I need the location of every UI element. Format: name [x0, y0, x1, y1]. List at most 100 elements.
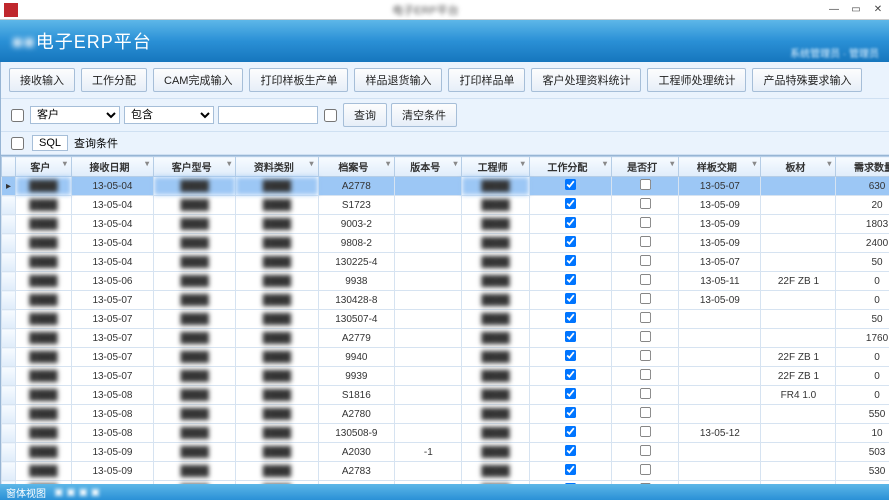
row-handle[interactable]	[2, 462, 16, 481]
cell[interactable]	[761, 310, 836, 329]
cell[interactable]: 2400	[836, 234, 889, 253]
cell[interactable]: 9808-2	[318, 234, 395, 253]
table-row[interactable]: ████13-05-04████████130225-4████13-05-07…	[2, 253, 889, 272]
cell-checkbox[interactable]	[565, 369, 576, 380]
cell[interactable]: ████	[236, 348, 318, 367]
cell[interactable]	[529, 348, 611, 367]
cell[interactable]: 0	[836, 272, 889, 291]
cell[interactable]: ████	[154, 443, 236, 462]
cell[interactable]	[611, 234, 678, 253]
row-handle[interactable]	[2, 253, 16, 272]
cell[interactable]: ████	[462, 177, 529, 196]
cell[interactable]: 9938	[318, 272, 395, 291]
cell[interactable]: ████	[236, 329, 318, 348]
cell[interactable]: ████	[154, 177, 236, 196]
sql-enable-check[interactable]	[11, 137, 24, 150]
cell[interactable]	[529, 310, 611, 329]
cell-checkbox[interactable]	[640, 369, 651, 380]
column-header[interactable]: 版本号▾	[395, 157, 462, 177]
cell[interactable]	[395, 253, 462, 272]
cell[interactable]: ████	[236, 443, 318, 462]
cell[interactable]: 13-05-09	[71, 443, 153, 462]
cell[interactable]	[529, 272, 611, 291]
cell[interactable]: 530	[836, 462, 889, 481]
cell[interactable]: ████	[236, 405, 318, 424]
cell[interactable]: 13-05-04	[71, 253, 153, 272]
cell[interactable]: ████	[236, 310, 318, 329]
cell[interactable]: ████	[462, 272, 529, 291]
cell[interactable]: ████	[462, 424, 529, 443]
table-row[interactable]: ████13-05-09████████A2030-1████503	[2, 443, 889, 462]
cell[interactable]: 0	[836, 348, 889, 367]
cell[interactable]: ████	[462, 367, 529, 386]
cell[interactable]	[761, 329, 836, 348]
toolbar-button[interactable]: 样品退货输入	[354, 68, 442, 92]
cell[interactable]	[761, 443, 836, 462]
cell[interactable]	[611, 405, 678, 424]
cell[interactable]: 503	[836, 443, 889, 462]
cell[interactable]: ████	[462, 253, 529, 272]
cell[interactable]: ████	[236, 177, 318, 196]
cell[interactable]: 13-05-07	[679, 177, 761, 196]
cell[interactable]: 0	[836, 367, 889, 386]
cell[interactable]	[395, 215, 462, 234]
cell[interactable]: 13-05-12	[679, 424, 761, 443]
cell[interactable]: 13-05-08	[71, 386, 153, 405]
cell[interactable]: ████	[462, 234, 529, 253]
row-handle[interactable]	[2, 310, 16, 329]
cell[interactable]: 13-05-09	[71, 462, 153, 481]
table-row[interactable]: ████13-05-09████████A2783████530	[2, 462, 889, 481]
cell[interactable]: 1803	[836, 215, 889, 234]
cell[interactable]: ████	[462, 386, 529, 405]
toolbar-button[interactable]: 接收输入	[9, 68, 75, 92]
cell[interactable]: ████	[16, 291, 72, 310]
cell-checkbox[interactable]	[640, 483, 651, 484]
row-handle[interactable]	[2, 215, 16, 234]
cell-checkbox[interactable]	[565, 198, 576, 209]
cell[interactable]: ████	[16, 405, 72, 424]
cell[interactable]: ████	[462, 462, 529, 481]
cell-checkbox[interactable]	[640, 445, 651, 456]
cell[interactable]: ████	[154, 348, 236, 367]
cell-checkbox[interactable]	[565, 217, 576, 228]
column-header[interactable]: 档案号▾	[318, 157, 395, 177]
cell-checkbox[interactable]	[565, 483, 576, 484]
column-header[interactable]: 样板交期▾	[679, 157, 761, 177]
cell[interactable]: A2783	[318, 462, 395, 481]
cell[interactable]	[611, 443, 678, 462]
cell[interactable]: ████	[16, 253, 72, 272]
cell[interactable]: 20	[836, 196, 889, 215]
toolbar-button[interactable]: 打印样板生产单	[249, 68, 348, 92]
cell[interactable]: 10	[836, 481, 889, 485]
cell[interactable]	[529, 253, 611, 272]
cell[interactable]	[529, 291, 611, 310]
toolbar-button[interactable]: 打印样品单	[448, 68, 525, 92]
cell[interactable]	[611, 291, 678, 310]
cell[interactable]	[679, 367, 761, 386]
cell-checkbox[interactable]	[640, 198, 651, 209]
cell[interactable]: ████	[236, 367, 318, 386]
row-handle[interactable]	[2, 196, 16, 215]
cell[interactable]: ████	[236, 272, 318, 291]
cell[interactable]	[395, 196, 462, 215]
cell[interactable]: ████	[16, 310, 72, 329]
cell-checkbox[interactable]	[565, 407, 576, 418]
cell[interactable]: ████	[462, 405, 529, 424]
cell-checkbox[interactable]	[565, 445, 576, 456]
cell-checkbox[interactable]	[565, 388, 576, 399]
cell[interactable]	[395, 234, 462, 253]
cell-checkbox[interactable]	[565, 464, 576, 475]
cell-checkbox[interactable]	[640, 388, 651, 399]
cell[interactable]: A2780	[318, 405, 395, 424]
cell[interactable]: ████	[16, 348, 72, 367]
cell[interactable]: ████	[154, 272, 236, 291]
cell-checkbox[interactable]	[565, 236, 576, 247]
cell[interactable]	[679, 329, 761, 348]
cell[interactable]	[395, 291, 462, 310]
cell[interactable]: ████	[154, 386, 236, 405]
cell[interactable]	[679, 462, 761, 481]
toolbar-button[interactable]: 产品特殊要求输入	[752, 68, 862, 92]
cell[interactable]: ████	[236, 234, 318, 253]
cell[interactable]: 13-05-11	[679, 272, 761, 291]
table-row[interactable]: ████13-05-08████████S1816████FR4 1.00	[2, 386, 889, 405]
